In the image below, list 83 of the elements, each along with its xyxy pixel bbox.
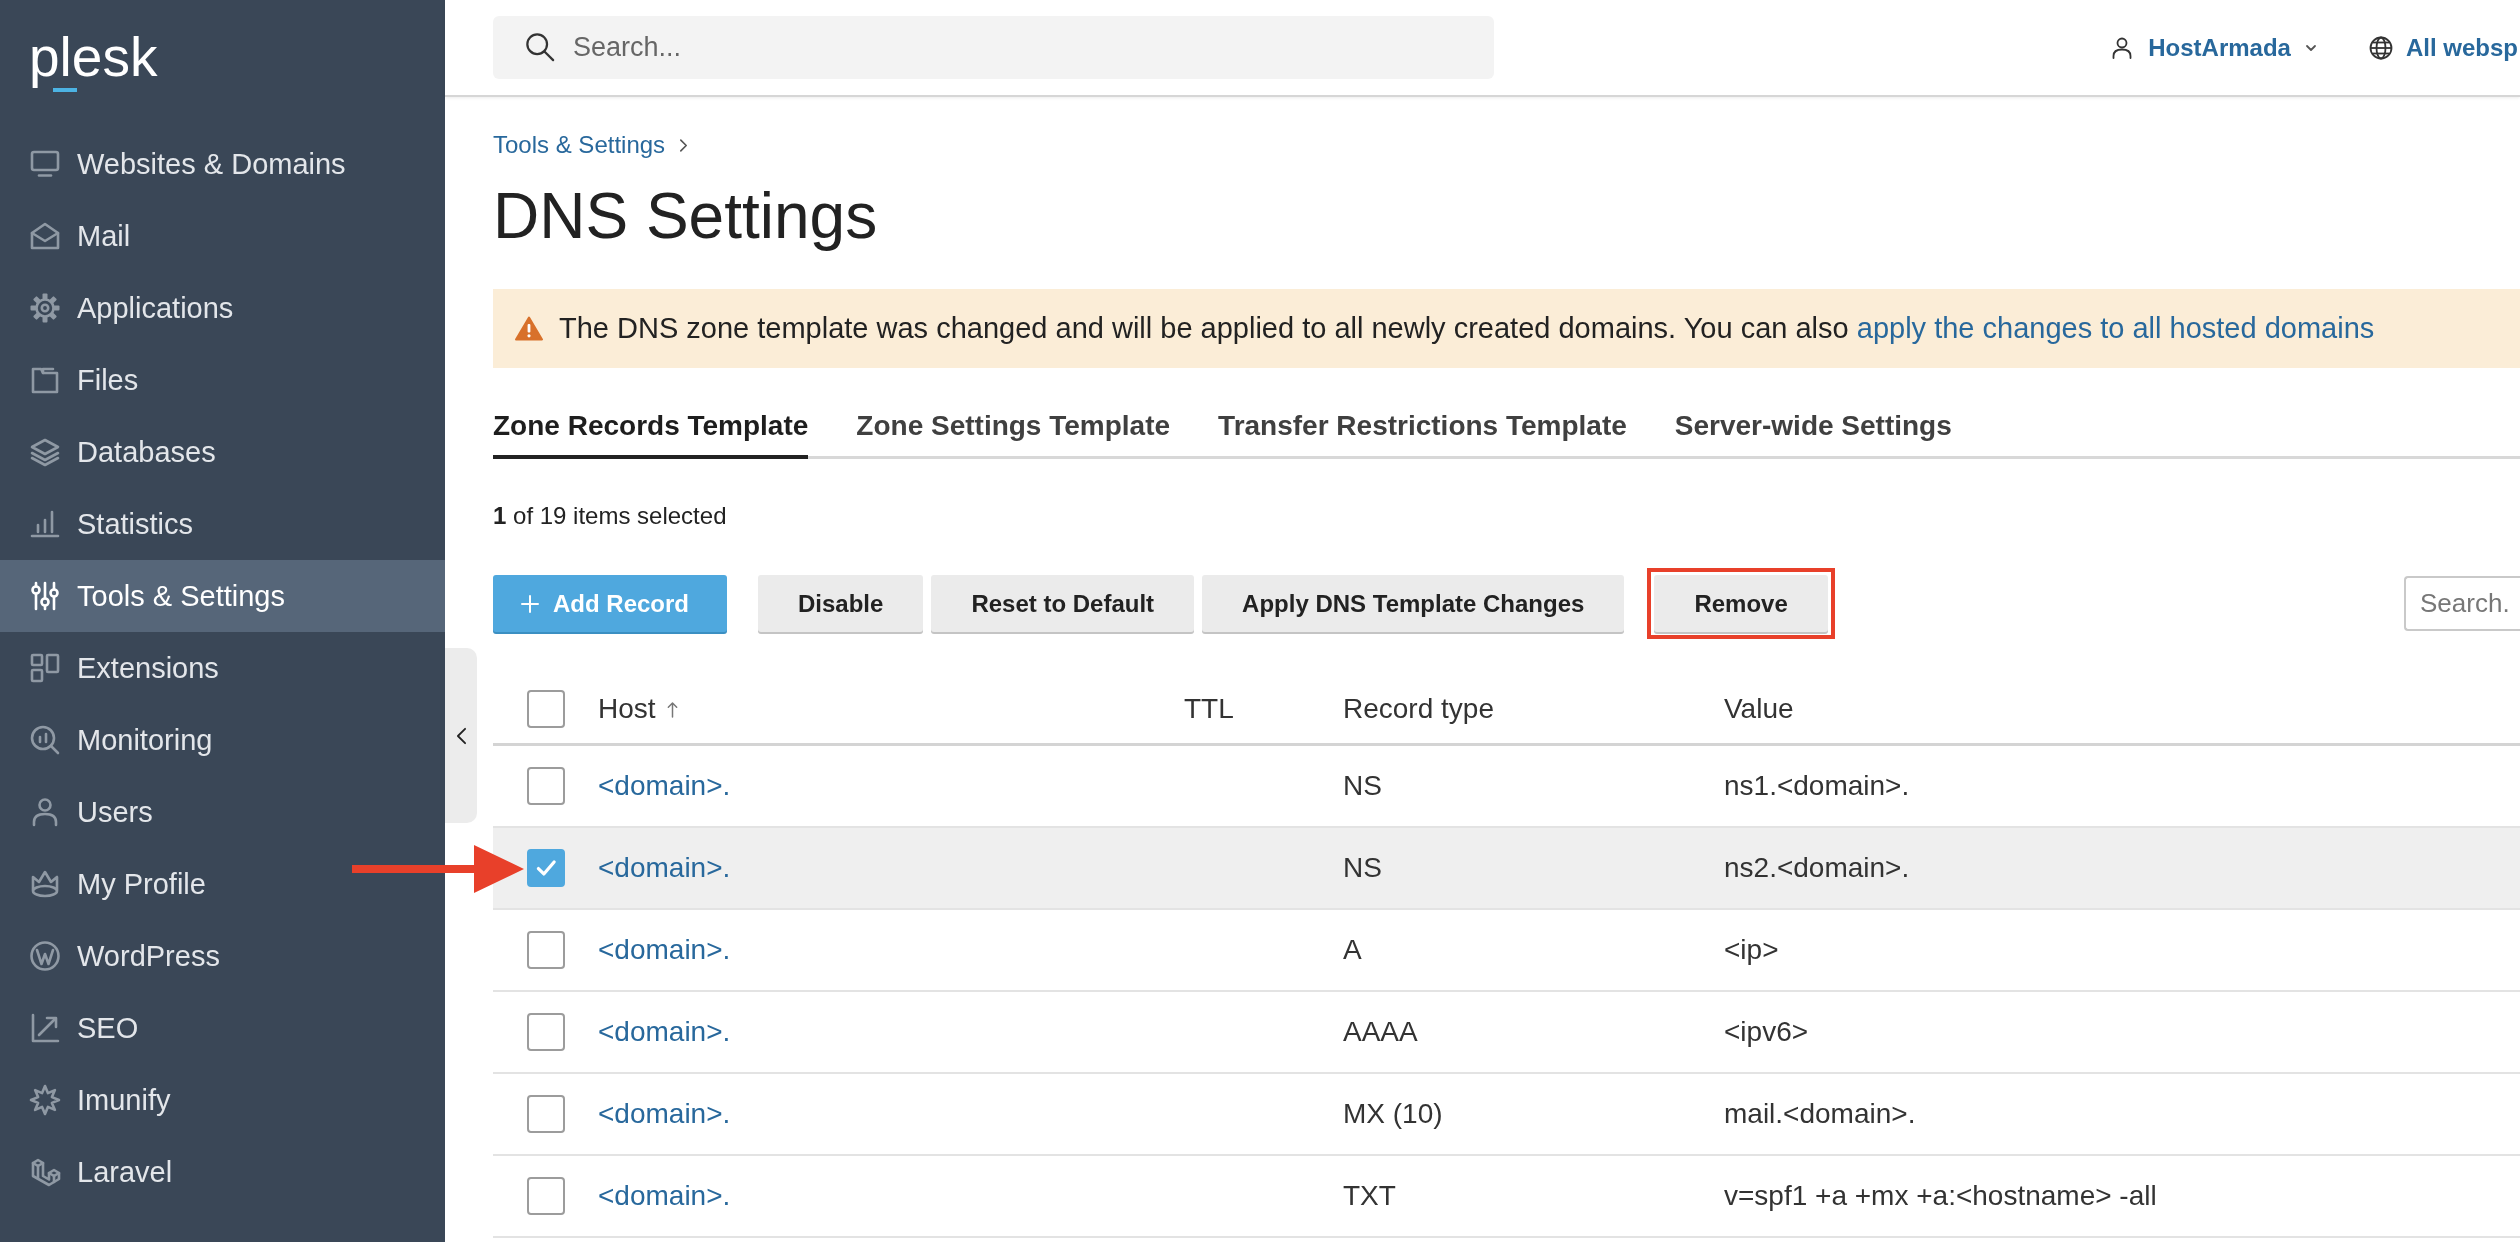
globe-icon bbox=[2368, 35, 2393, 60]
breadcrumb-link[interactable]: Tools & Settings bbox=[493, 130, 666, 160]
logo-underline-icon bbox=[53, 88, 77, 92]
gear-icon bbox=[29, 292, 61, 324]
table-cell: A bbox=[1343, 934, 1362, 966]
user-menu[interactable]: HostArmada bbox=[2112, 33, 2317, 62]
sidebar-item[interactable]: Users bbox=[0, 776, 445, 848]
chevron-right-icon bbox=[679, 137, 689, 153]
table-cell: mail.<domain>. bbox=[1724, 1098, 1916, 1130]
search-icon bbox=[525, 32, 555, 62]
sidebar-item[interactable]: Websites & Domains bbox=[0, 128, 445, 200]
sidebar-item[interactable]: Tools & Settings bbox=[0, 560, 445, 632]
selection-summary: 1 of 19 items selected bbox=[493, 502, 727, 530]
sidebar-item[interactable]: Statistics bbox=[0, 488, 445, 560]
table-cell: TXT bbox=[1343, 1180, 1396, 1212]
page-title: DNS Settings bbox=[493, 179, 878, 254]
sidebar-item[interactable]: Monitoring bbox=[0, 704, 445, 776]
table-cell: <ip> bbox=[1724, 934, 1779, 966]
sidebar-item[interactable]: Files bbox=[0, 344, 445, 416]
sidebar-item[interactable]: Databases bbox=[0, 416, 445, 488]
alert-message: The DNS zone template was changed and will be applied to all newly created domains. You can also apply the changes to all hosted domains bbox=[559, 312, 2375, 345]
search-field[interactable]: Search. bbox=[2404, 576, 2520, 631]
row-checkbox[interactable] bbox=[527, 1013, 565, 1051]
sidebar-item[interactable]: Mail bbox=[0, 200, 445, 272]
apply-changes-link[interactable]: apply the changes to all hosted domains bbox=[1856, 312, 2375, 344]
host-link[interactable]: <domain>. bbox=[598, 934, 731, 966]
toolbar-button[interactable]: Disable bbox=[758, 575, 924, 632]
sidebar-item[interactable]: SEO bbox=[0, 992, 445, 1064]
sidebar-item[interactable]: Applications bbox=[0, 272, 445, 344]
tab[interactable]: Zone Records Template bbox=[493, 409, 809, 459]
row-checkbox[interactable] bbox=[527, 849, 565, 887]
bar-chart-icon bbox=[29, 508, 61, 540]
column-header[interactable]: TTL bbox=[1184, 693, 1234, 725]
letter-w-circle-icon bbox=[29, 940, 61, 972]
crown-icon bbox=[29, 868, 61, 900]
layers-icon bbox=[29, 436, 61, 468]
person-icon bbox=[2112, 36, 2133, 59]
select-all-checkbox[interactable] bbox=[527, 690, 565, 728]
sidebar-item[interactable]: Extensions bbox=[0, 632, 445, 704]
envelope-icon bbox=[29, 220, 61, 252]
toolbar-button[interactable]: Apply DNS Template Changes bbox=[1202, 575, 1625, 632]
tiles-icon bbox=[29, 652, 61, 684]
sidebar-item[interactable]: Imunify bbox=[0, 1064, 445, 1136]
row-checkbox[interactable] bbox=[527, 1095, 565, 1133]
magnifier-chart-icon bbox=[29, 724, 61, 756]
search-field[interactable]: Search... bbox=[493, 16, 1494, 79]
host-link[interactable]: <domain>. bbox=[598, 1098, 731, 1130]
tab[interactable]: Transfer Restrictions Template bbox=[1218, 409, 1627, 459]
table-cell: v=spf1 +a +mx +a:<hostname> -all bbox=[1724, 1180, 2157, 1212]
column-header[interactable]: Host bbox=[598, 693, 656, 725]
selected-row[interactable]: <domain>. NS ns2.<domain>. bbox=[493, 828, 2520, 910]
tab[interactable]: Zone Settings Template bbox=[856, 409, 1171, 459]
warning-icon bbox=[515, 316, 543, 341]
sidebar-item[interactable]: My Profile bbox=[0, 848, 445, 920]
sidebar-item[interactable]: Laravel bbox=[0, 1136, 445, 1208]
host-link[interactable]: <domain>. bbox=[598, 1180, 731, 1212]
plus-icon bbox=[521, 594, 539, 613]
column-header[interactable]: Value bbox=[1724, 693, 1794, 725]
tab[interactable]: Server-wide Settings bbox=[1674, 409, 1952, 459]
toolbar-button[interactable]: Remove bbox=[1654, 575, 1828, 632]
host-link[interactable]: <domain>. bbox=[598, 1016, 731, 1048]
host-link[interactable]: <domain>. bbox=[598, 770, 731, 802]
table-cell: NS bbox=[1343, 852, 1382, 884]
star-burst-icon bbox=[29, 1084, 61, 1116]
chevron-left-icon bbox=[455, 726, 467, 745]
table-cell: AAAA bbox=[1343, 1016, 1418, 1048]
table-cell: MX (10) bbox=[1343, 1098, 1443, 1130]
sliders-icon bbox=[29, 580, 61, 612]
table-cell: <ipv6> bbox=[1724, 1016, 1809, 1048]
sidebar-item[interactable]: WordPress bbox=[0, 920, 445, 992]
row-checkbox[interactable] bbox=[527, 1177, 565, 1215]
toolbar-button[interactable]: Reset to Default bbox=[931, 575, 1195, 632]
column-header[interactable]: Record type bbox=[1343, 693, 1494, 725]
table-cell: ns1.<domain>. bbox=[1724, 770, 1910, 802]
monitor-icon bbox=[29, 148, 61, 180]
cubes-icon bbox=[29, 1156, 61, 1188]
host-link[interactable]: <domain>. bbox=[598, 852, 731, 884]
table-cell: ns2.<domain>. bbox=[1724, 852, 1910, 884]
caret-down-icon bbox=[2304, 43, 2317, 52]
row-checkbox[interactable] bbox=[527, 767, 565, 805]
row-checkbox[interactable] bbox=[527, 931, 565, 969]
subscription-menu[interactable]: All websp bbox=[2368, 33, 2518, 62]
table-cell: NS bbox=[1343, 770, 1382, 802]
